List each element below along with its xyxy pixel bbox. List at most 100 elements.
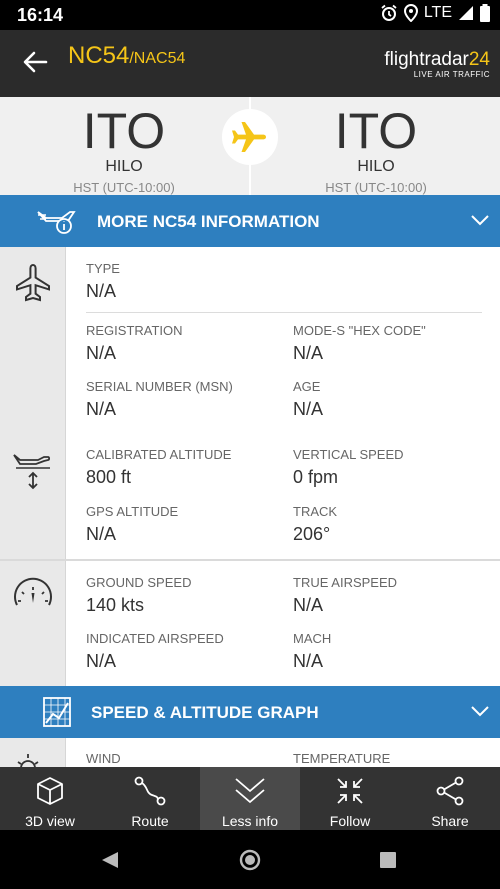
- cube-icon: [37, 777, 63, 805]
- destination-airport[interactable]: ITO HILO HST (UTC-10:00): [276, 105, 476, 195]
- follow-icon: [337, 778, 363, 804]
- destination-city: HILO: [357, 158, 395, 175]
- nav-3d-view[interactable]: 3D view: [0, 767, 100, 830]
- share-icon: [436, 776, 464, 806]
- app-bar: NC54/NAC54 flightradar24 LIVE AIR TRAFFI…: [0, 30, 500, 97]
- registration-value: N/A: [86, 343, 117, 363]
- track-field: TRACK 206°: [293, 504, 337, 545]
- section-sidebar: [0, 561, 66, 686]
- gps-altitude-label: GPS ALTITUDE: [86, 504, 179, 519]
- temperature-label: TEMPERATURE: [293, 751, 391, 766]
- gps-altitude-value: N/A: [86, 524, 117, 544]
- true-airspeed-value: N/A: [293, 595, 324, 615]
- alt-callsign: /NAC54: [129, 50, 186, 67]
- age-field: AGE N/A: [293, 379, 323, 420]
- mach-value: N/A: [293, 651, 324, 671]
- speed-section: GROUND SPEED 140 kts TRUE AIRSPEED N/A I…: [0, 561, 500, 686]
- graph-icon: [43, 697, 71, 727]
- brand-name: flightradar: [384, 49, 469, 70]
- mach-label: MACH: [293, 631, 332, 646]
- true-airspeed-label: TRUE AIRSPEED: [293, 575, 398, 590]
- track-label: TRACK: [293, 504, 338, 519]
- type-field: TYPE N/A: [86, 261, 120, 302]
- registration-field: REGISTRATION N/A: [86, 323, 183, 364]
- age-label: AGE: [293, 379, 321, 394]
- nav-3d-view-label: 3D view: [25, 813, 75, 829]
- type-label: TYPE: [86, 261, 120, 276]
- weather-section: WIND TEMPERATURE: [0, 738, 500, 767]
- battery-icon: [480, 4, 490, 22]
- nav-share-label: Share: [431, 813, 469, 829]
- temperature-field: TEMPERATURE: [293, 751, 390, 766]
- calibrated-altitude-label: CALIBRATED ALTITUDE: [86, 447, 232, 462]
- brand-tagline: LIVE AIR TRAFFIC: [413, 70, 490, 79]
- route-icon: [134, 776, 166, 806]
- indicated-airspeed-label: INDICATED AIRSPEED: [86, 631, 224, 646]
- status-time: 16:14: [17, 5, 64, 25]
- network-label: LTE: [423, 4, 452, 21]
- weather-icon: [17, 754, 39, 767]
- airplane-badge: [222, 109, 278, 165]
- more-info-label: MORE NC54 INFORMATION: [97, 212, 320, 231]
- speed-altitude-graph-bar[interactable]: SPEED & ALTITUDE GRAPH: [0, 686, 500, 738]
- section-sidebar: [0, 247, 66, 559]
- nav-route[interactable]: Route: [100, 767, 200, 830]
- graph-label: SPEED & ALTITUDE GRAPH: [91, 703, 319, 722]
- nav-follow[interactable]: Follow: [300, 767, 400, 830]
- callsign: NC54: [68, 42, 130, 69]
- system-nav-bar: [0, 830, 500, 889]
- vertical-speed-field: VERTICAL SPEED 0 fpm: [293, 447, 404, 488]
- vertical-speed-label: VERTICAL SPEED: [293, 447, 404, 462]
- msn-value: N/A: [86, 399, 117, 419]
- status-icons: LTE: [380, 4, 490, 22]
- back-arrow-icon[interactable]: [22, 49, 48, 75]
- alarm-icon: [381, 4, 397, 21]
- nav-less-info[interactable]: Less info: [200, 767, 300, 830]
- age-value: N/A: [293, 399, 324, 419]
- true-airspeed-field: TRUE AIRSPEED N/A: [293, 575, 397, 616]
- brand-logo: flightradar24 LIVE AIR TRAFFIC: [384, 49, 490, 79]
- location-icon: [403, 4, 418, 22]
- calibrated-altitude-value: 800 ft: [86, 467, 132, 487]
- ground-speed-value: 140 kts: [86, 595, 145, 615]
- mode-s-label: MODE-S "HEX CODE": [293, 323, 426, 338]
- airplane-icon: [232, 122, 266, 152]
- indicated-airspeed-value: N/A: [86, 651, 117, 671]
- calibrated-altitude-field: CALIBRATED ALTITUDE 800 ft: [86, 447, 231, 488]
- origin-city: HILO: [105, 158, 143, 175]
- msn-field: SERIAL NUMBER (MSN) N/A: [86, 379, 233, 420]
- registration-label: REGISTRATION: [86, 323, 183, 338]
- mode-s-field: MODE-S "HEX CODE" N/A: [293, 323, 426, 364]
- aircraft-info-icon: [37, 211, 76, 234]
- destination-timezone: HST (UTC-10:00): [325, 180, 427, 195]
- double-chevron-down-icon: [235, 778, 265, 804]
- divider: [86, 312, 482, 313]
- type-value: N/A: [86, 281, 117, 301]
- aircraft-details-section: TYPE N/A REGISTRATION N/A MODE-S "HEX CO…: [0, 247, 500, 559]
- destination-code: ITO: [334, 103, 418, 159]
- speedometer-icon: [14, 577, 52, 606]
- home-circle-icon[interactable]: [239, 849, 261, 871]
- nav-share[interactable]: Share: [400, 767, 500, 830]
- origin-code: ITO: [82, 103, 166, 159]
- indicated-airspeed-field: INDICATED AIRSPEED N/A: [86, 631, 224, 672]
- wind-field: WIND: [86, 751, 121, 766]
- track-value: 206°: [293, 524, 331, 544]
- origin-airport[interactable]: ITO HILO HST (UTC-10:00): [24, 105, 224, 195]
- nav-less-info-label: Less info: [221, 813, 279, 829]
- section-sidebar: [0, 738, 66, 767]
- gps-altitude-field: GPS ALTITUDE N/A: [86, 504, 178, 545]
- flight-title: NC54/NAC54: [68, 42, 185, 70]
- origin-timezone: HST (UTC-10:00): [73, 180, 175, 195]
- airplane-outline-icon: [16, 263, 50, 302]
- more-info-bar[interactable]: MORE NC54 INFORMATION: [0, 195, 500, 247]
- altitude-icon: [13, 454, 51, 490]
- route-panel: ITO HILO HST (UTC-10:00) ITO HILO HST (U…: [0, 97, 500, 195]
- ground-speed-field: GROUND SPEED 140 kts: [86, 575, 191, 616]
- recents-square-icon[interactable]: [379, 851, 397, 869]
- wind-label: WIND: [86, 751, 121, 766]
- back-triangle-icon[interactable]: [100, 850, 120, 870]
- mach-field: MACH N/A: [293, 631, 331, 672]
- msn-label: SERIAL NUMBER (MSN): [86, 379, 233, 394]
- status-bar: 16:14 LTE: [0, 0, 500, 30]
